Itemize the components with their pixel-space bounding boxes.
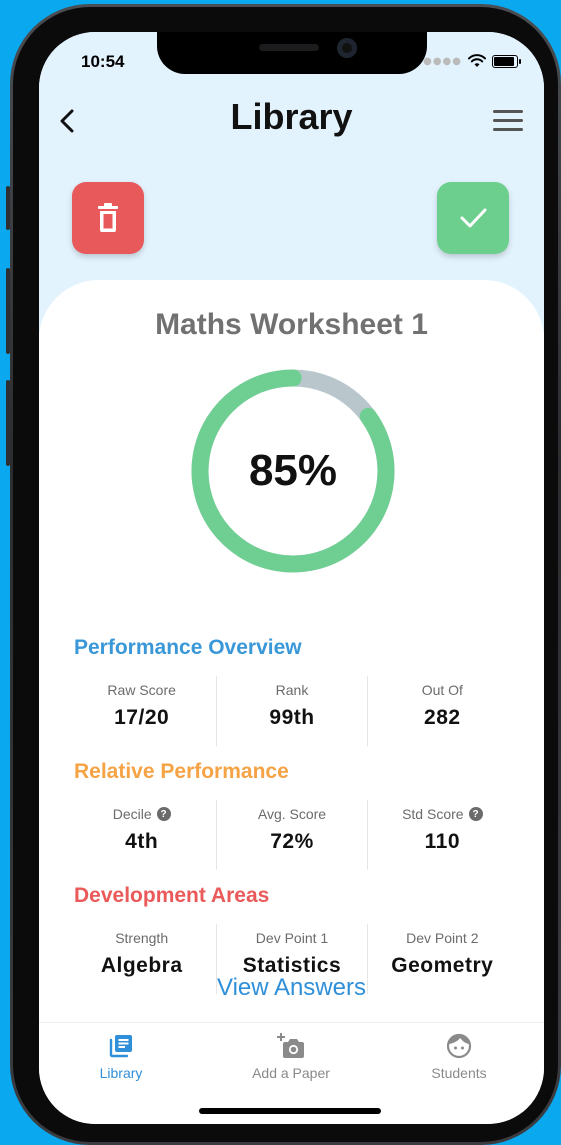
result-card: Maths Worksheet 1 85% Performance Overvi… bbox=[39, 280, 544, 1040]
page-title: Library bbox=[230, 96, 353, 137]
stat-value: 282 bbox=[424, 706, 461, 729]
student-face-icon bbox=[446, 1033, 472, 1059]
stat-value: 17/20 bbox=[114, 706, 170, 729]
tab-library[interactable]: Library bbox=[51, 1033, 191, 1081]
stat-out-of: Out Of 282 bbox=[368, 676, 517, 746]
stat-label: Std Score? bbox=[402, 806, 483, 822]
stat-label-text: Dev Point 2 bbox=[406, 930, 479, 946]
stat-value: 99th bbox=[269, 706, 315, 729]
hamburger-icon-line bbox=[493, 119, 523, 122]
stat-rank: Rank 99th bbox=[217, 676, 368, 746]
stat-std-score: Std Score? 110 bbox=[368, 800, 517, 870]
mute-switch bbox=[6, 186, 10, 230]
notch bbox=[157, 32, 427, 74]
add-photo-icon bbox=[277, 1033, 304, 1058]
menu-button[interactable] bbox=[491, 108, 525, 134]
confirm-button[interactable] bbox=[437, 182, 509, 254]
stat-value: 110 bbox=[424, 830, 461, 853]
stat-label-text: Raw Score bbox=[107, 682, 176, 698]
stat-label-text: Decile bbox=[112, 806, 152, 822]
stat-avg-score: Avg. Score 72% bbox=[217, 800, 368, 870]
stat-decile: Decile? 4th bbox=[67, 800, 218, 870]
library-icon bbox=[109, 1035, 132, 1058]
help-icon[interactable]: ? bbox=[468, 807, 483, 821]
delete-button[interactable] bbox=[72, 182, 144, 254]
check-icon bbox=[460, 208, 487, 228]
stat-label: Out Of bbox=[422, 682, 463, 698]
section-title-performance-overview: Performance Overview bbox=[74, 636, 302, 659]
score-ring: 85% bbox=[188, 366, 398, 576]
app-screen: 10:54 ●●●● Library Maths Worksheet 1 85%… bbox=[39, 32, 544, 1124]
stat-label: Raw Score bbox=[107, 682, 175, 698]
tab-label: Add a Paper bbox=[252, 1065, 330, 1081]
relative-performance-stats: Decile? 4th Avg. Score 72% Std Score? 11… bbox=[67, 800, 517, 870]
stat-label-text: Dev Point 1 bbox=[255, 930, 329, 946]
stat-label-text: Std Score bbox=[402, 806, 464, 822]
stat-label: Dev Point 1 bbox=[256, 930, 328, 946]
signal-icon: ●●●● bbox=[423, 55, 462, 67]
section-title-relative-performance: Relative Performance bbox=[74, 760, 289, 783]
tab-students[interactable]: Students bbox=[389, 1033, 529, 1081]
stat-label-text: Strength bbox=[115, 930, 169, 946]
stat-raw-score: Raw Score 17/20 bbox=[67, 676, 218, 746]
volume-up-button bbox=[6, 268, 10, 354]
worksheet-title: Maths Worksheet 1 bbox=[155, 308, 428, 341]
wifi-icon bbox=[468, 54, 486, 67]
home-indicator bbox=[199, 1108, 381, 1114]
stat-label: Avg. Score bbox=[258, 806, 326, 822]
hamburger-icon-line bbox=[493, 128, 523, 131]
view-answers-link[interactable]: View Answers bbox=[39, 974, 544, 1002]
score-percent: 85% bbox=[248, 446, 338, 495]
help-icon[interactable]: ? bbox=[156, 807, 171, 821]
tab-label: Library bbox=[99, 1065, 143, 1081]
performance-overview-stats: Raw Score 17/20 Rank 99th Out Of 282 bbox=[67, 676, 517, 746]
tab-add-a-paper[interactable]: Add a Paper bbox=[221, 1033, 361, 1081]
stat-label-text: Out Of bbox=[421, 682, 463, 698]
stat-label: Rank bbox=[276, 682, 309, 698]
battery-icon bbox=[492, 54, 521, 68]
stat-label: Strength bbox=[115, 930, 168, 946]
tab-label: Students bbox=[431, 1065, 487, 1081]
stat-label-text: Avg. Score bbox=[257, 806, 327, 822]
stat-label: Decile? bbox=[113, 806, 171, 822]
front-camera bbox=[337, 38, 357, 58]
volume-down-button bbox=[6, 380, 10, 466]
status-icons: ●●●● bbox=[423, 52, 521, 70]
trash-icon bbox=[98, 203, 118, 232]
hamburger-icon bbox=[493, 110, 523, 113]
stat-value: 72% bbox=[270, 830, 314, 853]
speaker bbox=[259, 44, 319, 51]
status-time: 10:54 bbox=[81, 52, 125, 71]
stat-label: Dev Point 2 bbox=[406, 930, 478, 946]
stat-value: 4th bbox=[125, 830, 159, 853]
section-title-development-areas: Development Areas bbox=[74, 884, 270, 907]
stat-label-text: Rank bbox=[275, 682, 309, 698]
